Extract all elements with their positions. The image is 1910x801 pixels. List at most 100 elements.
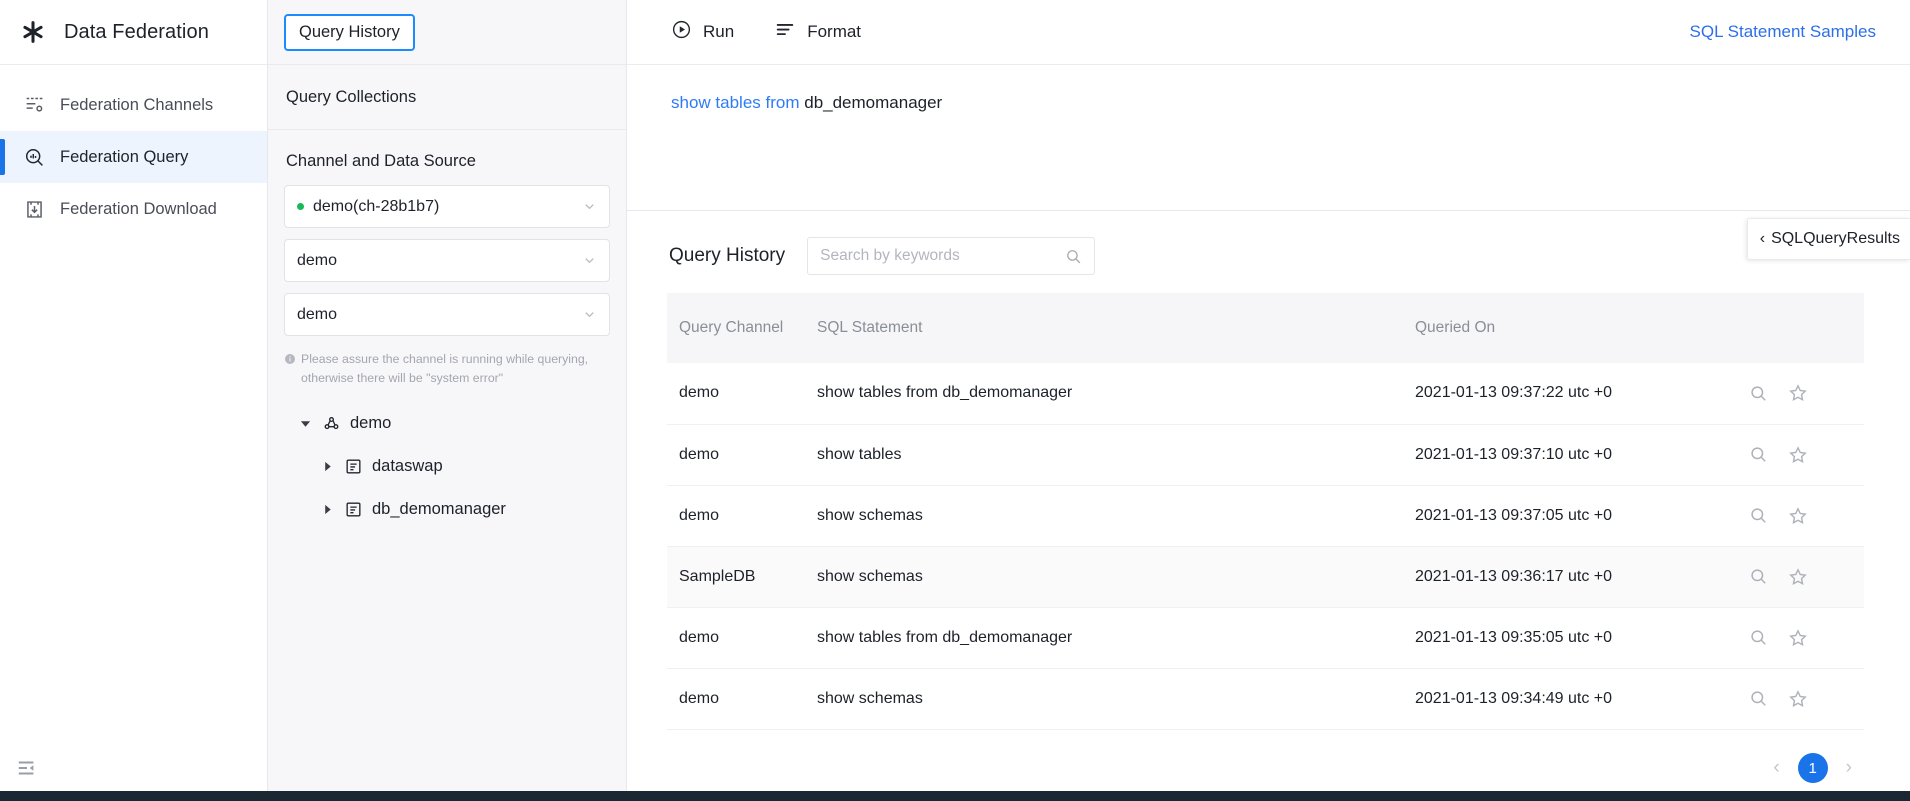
asterisk-logo-icon	[18, 17, 48, 47]
table-row[interactable]: demo show tables 2021-01-13 09:37:10 utc…	[667, 424, 1864, 486]
pagination-next-button[interactable]: ›	[1842, 757, 1856, 779]
star-icon[interactable]	[1788, 383, 1808, 403]
app-root: Data Federation Federation Channels Fede…	[0, 0, 1910, 801]
datasource-select-group: demo(ch-28b1b7) demo demo	[268, 185, 626, 336]
sidebar-item-federation-query[interactable]: Federation Query	[0, 131, 267, 183]
cell-queried-on: 2021-01-13 09:35:05 utc +0	[1409, 607, 1749, 669]
table-row[interactable]: SampleDB show schemas 2021-01-13 09:36:1…	[667, 546, 1864, 608]
info-circle-icon	[284, 352, 296, 388]
schema-select-value: demo	[297, 305, 338, 323]
cell-sql-statement: show schemas	[805, 546, 1409, 608]
format-lines-icon	[774, 19, 796, 46]
sql-editor[interactable]: show tables from db_demomanager	[627, 65, 1910, 211]
pagination-page-1[interactable]: 1	[1797, 753, 1828, 783]
magnifier-icon[interactable]	[1749, 628, 1768, 647]
magnifier-icon[interactable]	[1749, 567, 1768, 586]
table-row[interactable]: demo show tables from db_demomanager 202…	[667, 363, 1864, 425]
cell-query-channel: demo	[667, 607, 805, 669]
cell-query-channel: demo	[667, 424, 805, 486]
query-history-header: Query History	[667, 211, 1864, 293]
table-header: Query Channel SQL Statement Queried On	[667, 293, 1864, 363]
tab-query-history[interactable]: Query History	[268, 0, 626, 65]
main-content: Run Format SQL Statement Samples show ta…	[627, 0, 1910, 801]
sql-statement-samples-link[interactable]: SQL Statement Samples	[1690, 22, 1886, 42]
magnifier-icon[interactable]	[1749, 689, 1768, 708]
pagination-prev-button[interactable]: ‹	[1769, 757, 1783, 779]
table-row[interactable]: demo show tables from db_demomanager 202…	[667, 607, 1864, 669]
column-header-actions	[1749, 293, 1864, 363]
cell-queried-on: 2021-01-13 09:37:22 utc +0	[1409, 363, 1749, 425]
row-action-group	[1749, 445, 1864, 465]
left-navigation: Data Federation Federation Channels Fede…	[0, 0, 268, 801]
search-box[interactable]	[807, 237, 1096, 275]
magnifier-icon[interactable]	[1749, 506, 1768, 525]
run-button[interactable]: Run	[671, 19, 734, 45]
magnifier-icon[interactable]	[1749, 384, 1768, 403]
star-icon[interactable]	[1788, 506, 1808, 526]
cell-actions	[1749, 363, 1864, 425]
sql-identifier: db_demomanager	[804, 93, 943, 112]
search-icon[interactable]	[1065, 248, 1082, 265]
schema-select[interactable]: demo	[284, 293, 610, 336]
star-icon[interactable]	[1788, 628, 1808, 648]
cell-query-channel: demo	[667, 668, 805, 730]
tree-node-label: db_demomanager	[372, 500, 506, 519]
table-row[interactable]: demo show schemas 2021-01-13 09:37:05 ut…	[667, 485, 1864, 547]
sidebar-item-federation-channels[interactable]: Federation Channels	[0, 79, 267, 131]
row-action-group	[1749, 628, 1864, 648]
catalog-icon	[321, 414, 341, 433]
chevron-right-icon[interactable]	[320, 461, 334, 472]
sidebar-item-label: Federation Channels	[60, 95, 214, 114]
chevron-right-icon[interactable]	[320, 504, 334, 515]
magnifier-icon[interactable]	[1749, 445, 1768, 464]
star-icon[interactable]	[1788, 689, 1808, 709]
channel-select-value: demo(ch-28b1b7)	[313, 197, 440, 215]
cell-actions	[1749, 424, 1864, 486]
play-circle-icon	[671, 19, 692, 45]
tab-query-history-label: Query History	[284, 13, 415, 51]
sql-query-results-tab-label: SQLQueryResults	[1771, 230, 1900, 247]
tree-node-dataswap[interactable]: dataswap	[280, 445, 626, 488]
bottom-strip	[0, 791, 1910, 801]
query-search-icon	[22, 145, 46, 169]
cell-sql-statement: show tables from db_demomanager	[805, 363, 1409, 425]
cell-actions	[1749, 607, 1864, 669]
schema-icon	[343, 500, 363, 519]
sidebar-item-federation-download[interactable]: Federation Download	[0, 183, 267, 235]
cell-sql-statement: show tables	[805, 424, 1409, 486]
nav-item-list: Federation Channels Federation Query Fed…	[0, 65, 267, 235]
star-icon[interactable]	[1788, 567, 1808, 587]
row-action-group	[1749, 567, 1864, 587]
star-icon[interactable]	[1788, 445, 1808, 465]
tree-node-db-demomanager[interactable]: db_demomanager	[280, 488, 626, 531]
channel-select[interactable]: demo(ch-28b1b7)	[284, 185, 610, 228]
status-dot-icon	[297, 203, 304, 210]
datasource-tree: demo dataswap db_demomanager	[268, 402, 626, 531]
channels-icon	[22, 93, 46, 117]
catalog-select-value: demo	[297, 251, 338, 269]
channel-datasource-title: Channel and Data Source	[286, 152, 476, 170]
collapse-panel-icon[interactable]	[14, 755, 40, 781]
table-body: demo show tables from db_demomanager 202…	[667, 363, 1864, 730]
tab-query-collections[interactable]: Query Collections	[268, 65, 626, 130]
cell-query-channel: SampleDB	[667, 546, 805, 608]
sidebar-item-label: Federation Download	[60, 199, 217, 218]
chevron-down-icon	[582, 199, 597, 214]
table-row[interactable]: demo show schemas 2021-01-13 09:34:49 ut…	[667, 668, 1864, 730]
column-header-query-channel: Query Channel	[667, 293, 805, 363]
tree-node-label: dataswap	[372, 457, 443, 476]
search-input[interactable]	[820, 247, 1066, 265]
catalog-select[interactable]: demo	[284, 239, 610, 282]
sql-query-results-tab[interactable]: ‹ SQLQueryResults	[1746, 218, 1910, 260]
channel-running-hint: Please assure the channel is running whi…	[284, 350, 610, 388]
query-history-panel: Query History Query Channel SQL Statemen…	[627, 211, 1910, 801]
tree-node-demo[interactable]: demo	[280, 402, 626, 445]
hint-text: Please assure the channel is running whi…	[301, 352, 589, 386]
download-box-icon	[22, 197, 46, 221]
chevron-down-icon[interactable]	[298, 418, 312, 429]
row-action-group	[1749, 383, 1864, 403]
page-title: Data Federation	[64, 20, 209, 43]
format-button[interactable]: Format	[774, 19, 861, 46]
cell-query-channel: demo	[667, 363, 805, 425]
cell-queried-on: 2021-01-13 09:37:10 utc +0	[1409, 424, 1749, 486]
